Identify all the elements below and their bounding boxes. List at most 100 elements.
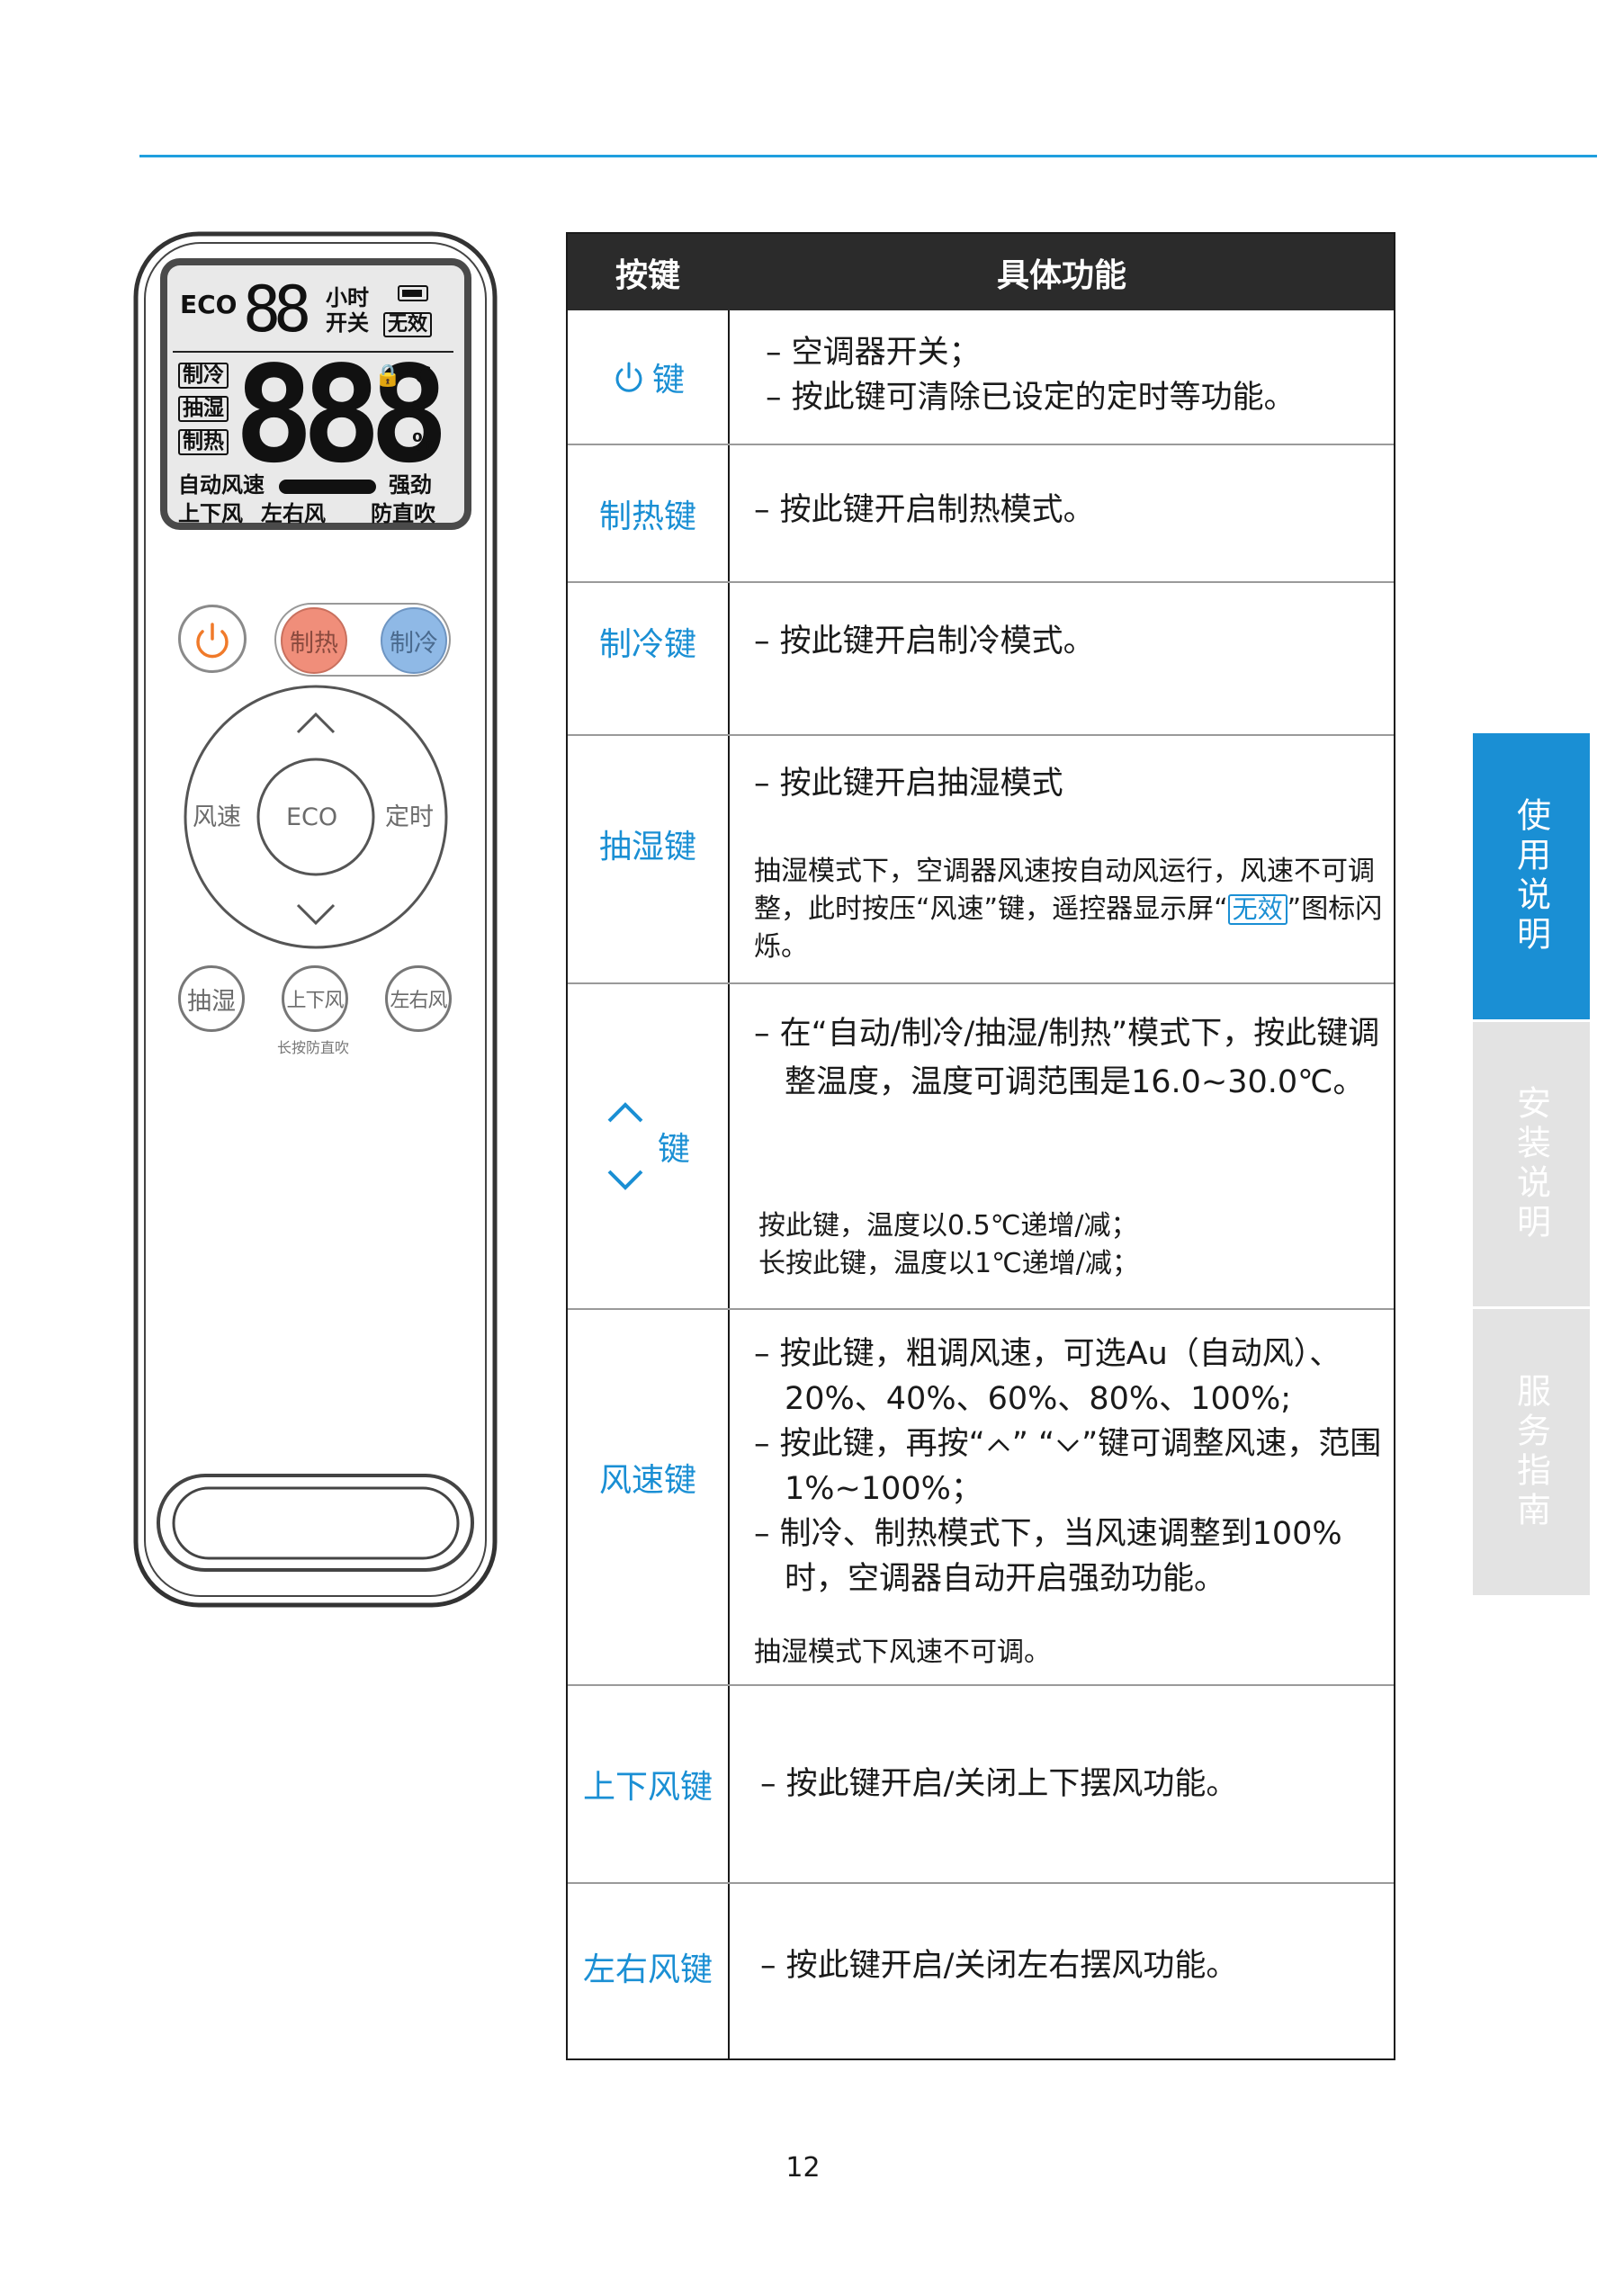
horizontal-swing-button[interactable]: 左右风 bbox=[385, 965, 452, 1032]
lcd-eco: ECO bbox=[180, 290, 238, 319]
side-tab-usage[interactable]: 使用说明 bbox=[1473, 733, 1590, 1019]
power-button[interactable] bbox=[178, 605, 247, 673]
desc-item: – 按此键开启抽湿模式 bbox=[754, 766, 1063, 802]
fan-speed-button[interactable]: 风速 bbox=[193, 805, 241, 830]
note-dry: 抽湿模式下，空调器风速按自动风运行，风速不可调整，此时按压“风速”键，遥控器显示… bbox=[754, 853, 1386, 966]
table-row: 键 – 空调器开关； – 按此键可清除已设定的定时等功能。 bbox=[568, 310, 1394, 444]
wind-icon: ≋ bbox=[410, 395, 427, 417]
desc-cool: – 按此键开启制冷模式。 bbox=[754, 619, 1386, 664]
horizontal-swing-label: 左右风 bbox=[390, 990, 447, 1012]
lcd-horizontal-swing: 左右风 bbox=[261, 501, 326, 526]
dry-button[interactable]: 抽湿 bbox=[178, 965, 245, 1032]
desc-item: – 空调器开关； bbox=[766, 335, 981, 371]
key-cell-horizontal: 左右风键 bbox=[568, 1884, 728, 2049]
lcd-mode-cool: 制冷 bbox=[178, 363, 229, 389]
key-label-horizontal: 左右风键 bbox=[582, 1951, 713, 1988]
lcd-vertical-swing: 上下风 bbox=[178, 501, 243, 526]
chevron-down-icon bbox=[1057, 1439, 1080, 1452]
side-tab-label: 安装说明 bbox=[1511, 1085, 1551, 1243]
lcd-timer-digits: 88 bbox=[243, 273, 311, 346]
desc-dry: – 按此键开启抽湿模式 bbox=[754, 761, 1386, 806]
table-row: 抽湿键 – 按此键开启抽湿模式 抽湿模式下，空调器风速按自动风运行，风速不可调整… bbox=[568, 734, 1394, 982]
function-table: 按键 具体功能 键 – 空调器开关； – 按此键可清除已设定的定时等功能。 制热… bbox=[566, 232, 1395, 2060]
desc-text: – 按此键，再按“ bbox=[754, 1426, 985, 1462]
desc-heat: – 按此键开启制热模式。 bbox=[754, 488, 1386, 533]
desc-item: – 按此键，粗调风速，可选Au（自动风）、20%、40%、60%、80%、100… bbox=[754, 1336, 1341, 1417]
key-label-cool: 制冷键 bbox=[598, 626, 696, 663]
key-label-power: 键 bbox=[651, 362, 685, 399]
note-line: 长按此键，温度以1℃递增/减； bbox=[758, 1248, 1139, 1279]
long-press-hint: 长按防直吹 bbox=[277, 1039, 350, 1056]
lcd-hours: 小时 bbox=[326, 285, 369, 310]
lcd-on-off: 开关 bbox=[326, 310, 369, 336]
temp-down-button[interactable] bbox=[298, 897, 334, 933]
lcd-celsius: ℃ bbox=[403, 363, 432, 390]
table-row: 制热键 – 按此键开启制热模式。 bbox=[568, 444, 1394, 581]
dry-button-label: 抽湿 bbox=[187, 987, 236, 1016]
header-key: 按键 bbox=[615, 256, 680, 294]
cool-button[interactable]: 制冷 bbox=[381, 607, 447, 674]
eco-button[interactable]: ECO bbox=[286, 805, 337, 830]
lcd-auto-fan: 自动风速 bbox=[178, 472, 265, 498]
page-number: 12 bbox=[785, 2152, 821, 2184]
temp-up-button[interactable] bbox=[298, 703, 334, 739]
top-rule bbox=[139, 155, 1597, 157]
vertical-swing-label: 上下风 bbox=[286, 990, 344, 1012]
key-cell-heat: 制热键 bbox=[568, 445, 728, 581]
key-cell-cool: 制冷键 bbox=[568, 583, 728, 700]
chevron-up-icon bbox=[987, 1439, 1009, 1451]
power-icon bbox=[615, 362, 642, 392]
desc-item: – 按此键开启制冷模式。 bbox=[754, 623, 1095, 659]
lcd-mode-heat: 制热 bbox=[178, 429, 229, 455]
table-row: 风速键 – 按此键，粗调风速，可选Au（自动风）、20%、40%、60%、80%… bbox=[568, 1308, 1394, 1684]
desc-item: – 按此键开启/关闭上下摆风功能。 bbox=[760, 1766, 1238, 1802]
desc-horizontal: – 按此键开启/关闭左右摆风功能。 bbox=[760, 1943, 1386, 1988]
vertical-swing-button[interactable]: 上下风 bbox=[282, 965, 348, 1032]
side-tab-service[interactable]: 服务指南 bbox=[1473, 1309, 1590, 1595]
key-label-vertical: 上下风键 bbox=[582, 1769, 713, 1806]
desc-fan: – 按此键，粗调风速，可选Au（自动风）、20%、40%、60%、80%、100… bbox=[754, 1332, 1386, 1601]
note-quote-open: “ bbox=[1214, 893, 1228, 925]
note-temp: 按此键，温度以0.5℃递增/减； 长按此键，温度以1℃递增/减； bbox=[758, 1207, 1386, 1283]
table-row: 键 – 在“自动/制冷/抽湿/制热”模式下，按此键调整温度，温度可调范围是16.… bbox=[568, 982, 1394, 1308]
key-label-fan: 风速键 bbox=[598, 1462, 696, 1499]
desc-power: – 空调器开关； – 按此键可清除已设定的定时等功能。 bbox=[766, 330, 1386, 420]
key-cell-temp: 键 bbox=[568, 984, 728, 1308]
lcd-screen: ECO 88 小时 开关 无效 制冷 抽湿 制热 888 🔒 ℃ ≋ % 自动风… bbox=[167, 265, 464, 526]
key-label-temp: 键 bbox=[657, 1131, 690, 1168]
desc-temp: – 在“自动/制冷/抽湿/制热”模式下，按此键调整温度，温度可调范围是16.0~… bbox=[754, 1009, 1386, 1107]
remote-illustration: ECO 88 小时 开关 无效 制冷 抽湿 制热 888 🔒 ℃ ≋ % 自动风… bbox=[133, 231, 498, 1608]
lock-icon: 🔒 bbox=[374, 363, 401, 388]
lcd-strong: 强劲 bbox=[389, 472, 432, 498]
battery-icon bbox=[398, 285, 428, 301]
desc-item: – 制冷、制热模式下，当风速调整到100%时，空调器自动开启强劲功能。 bbox=[754, 1516, 1342, 1597]
desc-item: – 在“自动/制冷/抽湿/制热”模式下，按此键调整温度，温度可调范围是16.0~… bbox=[754, 1016, 1380, 1100]
chevron-up-icon bbox=[607, 1102, 643, 1123]
header-function: 具体功能 bbox=[996, 256, 1126, 294]
note-fan: 抽湿模式下风速不可调。 bbox=[754, 1637, 1051, 1668]
key-cell-fan: 风速键 bbox=[568, 1310, 728, 1645]
key-cell-vertical: 上下风键 bbox=[568, 1686, 728, 1882]
table-header: 按键 具体功能 bbox=[568, 234, 1394, 310]
side-tab-label: 服务指南 bbox=[1511, 1373, 1551, 1531]
side-tab-installation[interactable]: 安装说明 bbox=[1473, 1022, 1590, 1306]
timer-button[interactable]: 定时 bbox=[385, 805, 434, 830]
desc-item: – 按此键开启制热模式。 bbox=[754, 492, 1095, 528]
lcd-percent: % bbox=[412, 429, 436, 456]
power-icon bbox=[196, 623, 229, 659]
desc-text: ” “ bbox=[1011, 1426, 1055, 1462]
chevron-down-icon bbox=[607, 1170, 643, 1190]
heat-button-label: 制热 bbox=[290, 629, 338, 658]
invalid-icon-box: 无效 bbox=[1227, 894, 1287, 925]
lcd-invalid: 无效 bbox=[383, 312, 433, 337]
desc-item: – 按此键开启/关闭左右摆风功能。 bbox=[760, 1948, 1238, 1984]
key-label-dry: 抽湿键 bbox=[598, 829, 696, 865]
side-tab-label: 使用说明 bbox=[1511, 797, 1551, 955]
heat-button[interactable]: 制热 bbox=[281, 607, 347, 674]
lcd-anti-direct: 防直吹 bbox=[371, 501, 435, 526]
desc-item: – 按此键可清除已设定的定时等功能。 bbox=[766, 380, 1296, 416]
desc-item-arrows: – 按此键，再按“” “”键可调整风速，范围1%~100%； bbox=[754, 1422, 1386, 1511]
lcd-mode-dry: 抽湿 bbox=[178, 396, 229, 422]
key-cell-dry: 抽湿键 bbox=[568, 736, 728, 952]
table-row: 上下风键 – 按此键开启/关闭上下摆风功能。 bbox=[568, 1684, 1394, 1882]
